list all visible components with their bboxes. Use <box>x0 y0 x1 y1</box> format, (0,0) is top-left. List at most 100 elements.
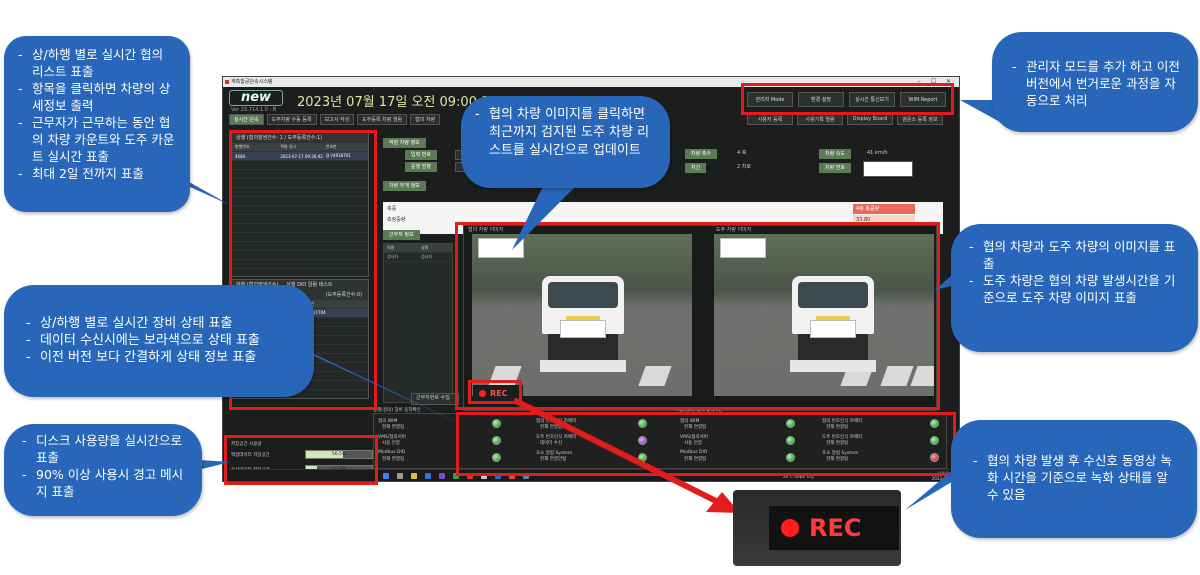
list-item[interactable] <box>232 206 368 215</box>
callout-device-status: 상/하행 별로 실시간 장비 상태 표출 데이터 수신시에는 보라색으로 상태 … <box>4 285 314 397</box>
status-led-icon <box>930 419 939 428</box>
record-dot-icon <box>479 390 486 397</box>
cell: 검사자 <box>421 254 433 259</box>
user-register-button[interactable]: 사용자 등록 <box>747 113 793 125</box>
search-icon[interactable] <box>397 473 403 479</box>
app-icon[interactable] <box>523 473 529 479</box>
list-item[interactable] <box>232 188 368 197</box>
callout-admin-mode: 관리자 모드를 추가 하고 이전 버전에서 번거로운 과정을 자동으로 처리 <box>992 32 1198 132</box>
usage-log-button[interactable]: 사용기록 열람 <box>797 113 843 125</box>
list-item[interactable] <box>232 242 368 251</box>
list-header: 발행번호 적발 일시 번호판 <box>232 143 368 152</box>
edge-icon[interactable] <box>425 473 431 479</box>
device-status-text: 데이터 수신 <box>540 441 563 446</box>
wim-report-button[interactable]: WIM Report <box>900 92 946 107</box>
vehicle-info-heading: 적발 차량 정보 <box>383 138 426 148</box>
settings-button[interactable]: 환경 설정 <box>798 92 844 107</box>
status-led-icon <box>638 453 647 462</box>
list-item[interactable] <box>232 179 368 188</box>
folder-icon[interactable] <box>411 473 417 479</box>
left-image-caption: 협의 차량 이미지 <box>468 227 504 233</box>
realtime-comm-button[interactable]: 실시간 통신보기 <box>849 92 895 107</box>
status-led-icon <box>492 453 501 462</box>
device-status-text: 현재 연결됨 <box>826 457 849 462</box>
record-dot-icon <box>781 519 799 537</box>
callout-item: 항목을 클릭하면 차량의 상세정보 출력 <box>18 80 176 114</box>
measured-weight-label: 측정중량 <box>387 217 406 223</box>
list-header: 직원 성명 <box>384 244 452 253</box>
callout-disk-usage: 디스크 사용량을 실시간으로 표출 90% 이상 사용시 경고 메시지 표출 <box>4 424 202 516</box>
col-header: 직원 <box>387 245 395 250</box>
col-header: 적발 일시 <box>280 144 297 149</box>
tab-suspect[interactable]: 협의 차량 <box>410 114 441 125</box>
escape-vehicle-image[interactable] <box>714 234 934 396</box>
checkpoint-info-button[interactable]: 검문소 등록 정보 <box>897 113 943 125</box>
axle-value: 4 축 <box>737 150 747 156</box>
window-controls[interactable]: – ☐ ✕ <box>918 77 955 87</box>
list-item[interactable]: 4684 2023-07-17 09:26:42 경구4918701 <box>232 152 368 161</box>
windows-start-icon[interactable] <box>383 473 389 479</box>
lane-label: 차선 <box>685 163 707 173</box>
callout-item: 최대 2일 전까지 표출 <box>18 165 176 182</box>
list-item[interactable] <box>232 224 368 233</box>
suspect-vehicle-image[interactable] <box>472 234 692 396</box>
list-item[interactable] <box>232 161 368 170</box>
device-status-text: 사용 안함 <box>684 441 702 446</box>
list-item[interactable] <box>232 170 368 179</box>
axle-label: 차량 축수 <box>685 149 717 159</box>
table-row[interactable]: 검사자 검사자 <box>384 253 452 262</box>
staff-info-heading: 근무자 정보 <box>383 230 420 240</box>
app-icon[interactable] <box>495 473 501 479</box>
list-title: 상행 (협의발생건수: 1 / 도주등록건수:1) <box>232 133 368 143</box>
col-header: 번호판 <box>325 144 337 149</box>
callout-image-click: 협의 차량 이미지를 클릭하면 최근까지 검지된 도주 차량 리스트를 실시간으… <box>461 96 670 188</box>
tab-realtime[interactable]: 실시간 단속 <box>229 114 264 125</box>
tab-report[interactable]: 보고서 작성 <box>319 114 355 125</box>
app-icon[interactable] <box>481 473 487 479</box>
list-item[interactable] <box>232 251 368 260</box>
staff-collect-button[interactable]: 근무자현로 수집 <box>411 393 459 405</box>
image-panel: 협의 차량 이미지 도주 차량 이미지 <box>463 225 946 481</box>
status-led-icon <box>786 453 795 462</box>
callout-item: 협의 차량 이미지를 클릭하면 최근까지 검지된 도주 차량 리스트를 실시간으… <box>475 106 656 160</box>
total-weight-label: 4축 총중량 <box>853 204 915 214</box>
list-item[interactable] <box>232 197 368 206</box>
display-board-button[interactable]: Display Board <box>847 113 893 125</box>
app-icon[interactable] <box>509 473 515 479</box>
callout-item: 관리자 모드를 추가 하고 이전 버전에서 번거로운 과정을 자동으로 처리 <box>1012 58 1184 109</box>
callout-item: 협의 차량 발생 후 수신호 동영상 녹화 시간을 기준으로 녹화 상태를 알 … <box>973 452 1183 503</box>
callout-item: 디스크 사용량을 실시간으로 표출 <box>22 432 190 466</box>
app-icon[interactable] <box>467 473 473 479</box>
cell: 경구4918701 <box>325 153 351 158</box>
weight-info-heading: 차량 무게 정보 <box>383 181 426 191</box>
device-status-text: 현재 연결됨 <box>382 425 405 430</box>
device-status-text: 현재 연결됨 <box>826 441 849 446</box>
window-title: 계측함공단속시스템 <box>231 79 273 85</box>
cell: 2023-07-17 09:26:42 <box>280 153 323 159</box>
plate-label: 차량 번호 <box>819 163 851 173</box>
callout-rec-status: 협의 차량 발생 후 수신호 동영상 녹화 시간을 기준으로 녹화 상태를 알 … <box>951 420 1197 538</box>
app-logo: new <box>229 90 283 106</box>
tab-manual-register[interactable]: 도주차량 수동 등록 <box>266 114 317 125</box>
callout-item: 근무자가 근무하는 동안 협의 차량 카운트와 도주 카운트 실시간 표출 <box>18 114 176 165</box>
weather-text: 26°C 대체로 흐림 <box>783 474 814 479</box>
status-led-icon <box>492 419 501 428</box>
col-header: 성명 <box>421 245 429 250</box>
backup-storage-bar: 56.5% <box>305 450 373 459</box>
backup-storage-label: 백업데이터 저장공간 <box>231 453 270 458</box>
tab-escape-list[interactable]: 도주등록 차량 열람 <box>357 114 408 125</box>
visual-studio-icon[interactable] <box>439 473 445 479</box>
list-item[interactable] <box>232 260 368 269</box>
list-item[interactable] <box>232 233 368 242</box>
list-item[interactable] <box>232 215 368 224</box>
rec-zoom-image: REC <box>733 490 901 566</box>
app-icon[interactable] <box>453 473 459 479</box>
device-status-text: 현재 연결됨 <box>540 425 563 430</box>
sub-toolbar: 사용자 등록 사용기록 열람 Display Board 검문소 등록 정보 <box>747 113 943 125</box>
version-label: Ver 23.714.1.0 - B <box>231 107 277 113</box>
privacy-mask <box>720 238 766 258</box>
status-led-icon <box>786 419 795 428</box>
backup-storage-row: 백업데이터 저장공간 56.5% <box>231 450 373 460</box>
admin-mode-button[interactable]: 관리자 Mode <box>747 92 793 107</box>
device-status-panel: 협의 WIM 현재 연결됨 VMS/협의서버 사용 안함 Modbus DIO … <box>373 413 947 469</box>
